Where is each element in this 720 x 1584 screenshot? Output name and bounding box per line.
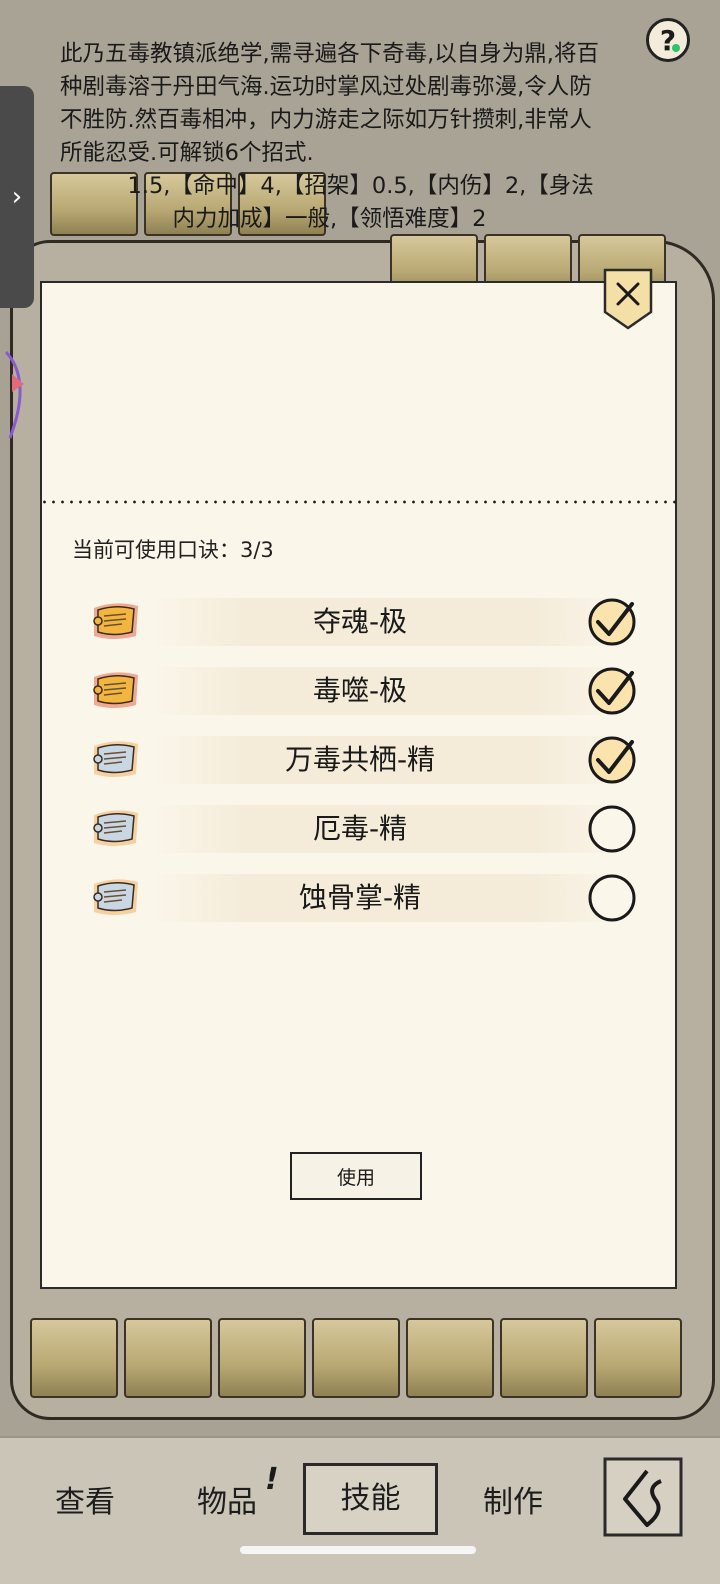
bookshelf-row-bottom <box>30 1318 682 1398</box>
side-drawer-tab[interactable]: › <box>0 86 34 308</box>
description-line: 种剧毒溶于丹田气海.运功时掌风过处剧毒弥漫,令人防 <box>60 74 592 100</box>
mantra-name: 蚀骨掌-精 <box>298 881 422 914</box>
scroll-icon <box>93 672 138 708</box>
description-line: 内力加成】一般,【领悟难度】2 <box>60 206 487 232</box>
home-indicator <box>240 1546 476 1554</box>
description-line: 此乃五毒教镇派绝学,需寻遍各下奇毒,以自身为鼎,将百 <box>60 41 599 67</box>
checkbox-checked[interactable] <box>586 734 638 786</box>
scroll-icon <box>93 879 138 915</box>
tab-craft[interactable]: 制作 <box>468 1478 558 1528</box>
description-line: 所能忍受.可解锁6个招式. <box>60 140 314 166</box>
list-item[interactable]: 毒噬-极 <box>70 657 660 726</box>
chevron-right-icon: › <box>11 182 23 212</box>
scroll-icon <box>93 741 138 777</box>
tab-skills[interactable]: 技能 <box>303 1463 438 1535</box>
tab-view[interactable]: 查看 <box>40 1478 130 1528</box>
list-item[interactable]: 蚀骨掌-精 <box>70 864 660 933</box>
mantra-list: 夺魂-极 毒噬-极 万毒共栖-精 厄毒-精 蚀骨掌-精 <box>70 588 660 933</box>
tab-items[interactable]: 物品 <box>182 1478 272 1528</box>
scroll-icon <box>93 810 138 846</box>
checkbox-unchecked[interactable] <box>586 803 638 855</box>
checkbox-checked[interactable] <box>586 665 638 717</box>
notification-dot <box>672 44 680 52</box>
list-item[interactable]: 夺魂-极 <box>70 588 660 657</box>
scroll-icon <box>93 603 138 639</box>
mantra-name: 夺魂-极 <box>312 605 408 638</box>
ribbon-decoration <box>4 350 24 439</box>
description-line: 不胜防.然百毒相冲，内力游走之际如万针攒刺,非常人 <box>60 107 592 133</box>
use-button[interactable]: 使用 <box>290 1152 422 1200</box>
skill-description: 此乃五毒教镇派绝学,需寻遍各下奇毒,以自身为鼎,将百 种剧毒溶于丹田气海.运功时… <box>60 38 660 236</box>
checkbox-checked[interactable] <box>586 596 638 648</box>
mantra-name: 万毒共栖-精 <box>284 743 436 776</box>
divider <box>40 500 676 504</box>
mantra-quota: 当前可使用口诀：3/3 <box>72 538 274 562</box>
description-line: 1.5,【命中】4,【招架】0.5,【内伤】2,【身法 <box>60 173 594 199</box>
close-button[interactable] <box>603 268 653 330</box>
mantra-name: 厄毒-精 <box>312 812 408 845</box>
list-item[interactable]: 厄毒-精 <box>70 795 660 864</box>
checkbox-unchecked[interactable] <box>586 872 638 924</box>
items-alert-mark: ! <box>265 1462 279 1497</box>
list-item[interactable]: 万毒共栖-精 <box>70 726 660 795</box>
back-button[interactable] <box>603 1457 683 1537</box>
help-button[interactable]: ? <box>646 18 690 62</box>
mantra-name: 毒噬-极 <box>312 674 408 707</box>
